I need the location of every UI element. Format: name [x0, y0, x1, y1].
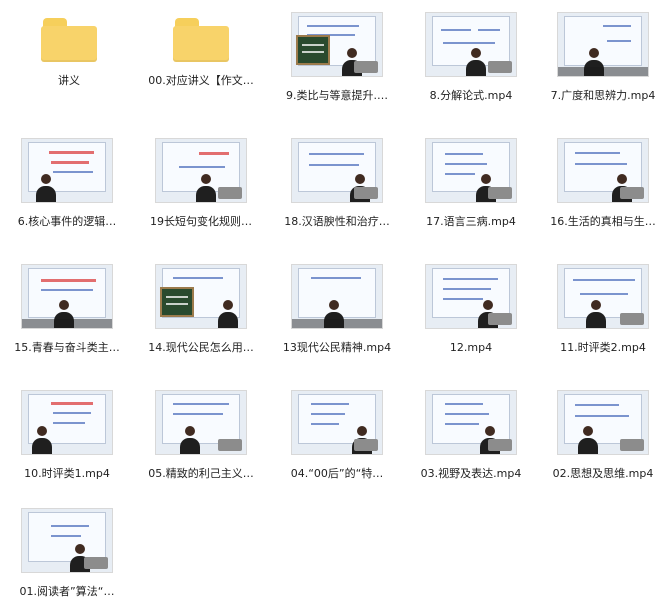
folder-icon: [41, 18, 97, 62]
file-label: 02.思想及思维.mp4: [552, 467, 654, 480]
file-label: 14.现代公民怎么用…: [148, 341, 254, 354]
video-thumbnail: [557, 12, 649, 77]
video-item-6[interactable]: 19长短句变化规则…: [134, 126, 268, 252]
video-thumbnail: [21, 264, 113, 329]
video-thumbnail: [291, 12, 383, 77]
video-thumbnail: [557, 390, 649, 455]
file-label: 13现代公民精神.mp4: [282, 341, 392, 354]
video-item-7[interactable]: 18.汉语腴性和治疗…: [270, 126, 404, 252]
video-item-4[interactable]: 7.广度和思辨力.mp4: [536, 0, 667, 126]
file-label: 05.精致的利己主义…: [148, 467, 254, 480]
video-thumbnail: [21, 508, 113, 573]
file-label: 16.生活的真相与生…: [550, 215, 656, 228]
file-label: 7.广度和思辨力.mp4: [550, 89, 656, 102]
video-thumbnail: [155, 264, 247, 329]
file-label: 12.mp4: [449, 341, 493, 354]
file-label: 00.对应讲义【作文…: [148, 74, 254, 87]
video-item-18[interactable]: 03.视野及表达.mp4: [404, 378, 538, 504]
folder-item-1[interactable]: 00.对应讲义【作文…: [134, 0, 268, 126]
video-thumbnail: [425, 264, 517, 329]
file-label: 讲义: [58, 74, 80, 87]
video-item-3[interactable]: 8.分解论式.mp4: [404, 0, 538, 126]
file-label: 8.分解论式.mp4: [429, 89, 513, 102]
video-item-8[interactable]: 17.语言三病.mp4: [404, 126, 538, 252]
video-thumbnail: [425, 138, 517, 203]
video-thumbnail: [557, 138, 649, 203]
video-item-11[interactable]: 14.现代公民怎么用…: [134, 252, 268, 378]
file-label: 03.视野及表达.mp4: [420, 467, 522, 480]
video-item-19[interactable]: 02.思想及思维.mp4: [536, 378, 667, 504]
folder-item-0[interactable]: 讲义: [2, 0, 136, 126]
folder-icon: [173, 18, 229, 62]
video-thumbnail: [155, 138, 247, 203]
file-label: 9.类比与等意提升.…: [286, 89, 388, 102]
video-item-15[interactable]: 10.时评类1.mp4: [0, 378, 134, 504]
video-item-13[interactable]: 12.mp4: [404, 252, 538, 378]
video-thumbnail: [557, 264, 649, 329]
video-thumbnail: [155, 390, 247, 455]
video-thumbnail: [425, 390, 517, 455]
file-label: 17.语言三病.mp4: [426, 215, 516, 228]
video-item-16[interactable]: 05.精致的利己主义…: [134, 378, 268, 504]
video-thumbnail: [291, 390, 383, 455]
video-thumbnail: [21, 390, 113, 455]
file-label: 18.汉语腴性和治疗…: [284, 215, 390, 228]
video-item-10[interactable]: 15.青春与奋斗类主…: [0, 252, 134, 378]
video-thumbnail: [291, 138, 383, 203]
video-item-2[interactable]: 9.类比与等意提升.…: [270, 0, 404, 126]
file-label: 01.阅读者”算法“…: [19, 585, 115, 598]
video-item-20[interactable]: 01.阅读者”算法“…: [0, 496, 134, 616]
file-label: 10.时评类1.mp4: [24, 467, 110, 480]
file-label: 19长短句变化规则…: [150, 215, 252, 228]
file-label: 6.核心事件的逻辑…: [17, 215, 117, 228]
file-label: 04.“00后”的“特…: [290, 467, 384, 480]
file-grid: 讲义 00.对应讲义【作文… 9.类比与等意提升.… 8.分解论式.mp4 7.…: [0, 0, 667, 616]
video-thumbnail: [291, 264, 383, 329]
video-item-14[interactable]: 11.时评类2.mp4: [536, 252, 667, 378]
video-thumbnail: [425, 12, 517, 77]
video-item-5[interactable]: 6.核心事件的逻辑…: [0, 126, 134, 252]
file-label: 15.青春与奋斗类主…: [14, 341, 120, 354]
video-item-9[interactable]: 16.生活的真相与生…: [536, 126, 667, 252]
file-label: 11.时评类2.mp4: [560, 341, 646, 354]
video-thumbnail: [21, 138, 113, 203]
video-item-17[interactable]: 04.“00后”的“特…: [270, 378, 404, 504]
video-item-12[interactable]: 13现代公民精神.mp4: [270, 252, 404, 378]
